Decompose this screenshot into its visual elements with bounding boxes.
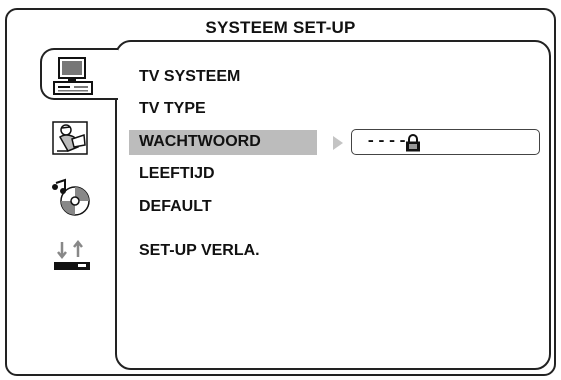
right-arrow-icon [333, 136, 343, 150]
menu-item-leeftijd[interactable]: LEEFTIJD [139, 163, 215, 185]
lock-icon [405, 134, 421, 157]
password-field[interactable]: ---- [351, 129, 540, 155]
menu-item-set-up-verla[interactable]: SET-UP VERLA. [139, 240, 260, 262]
music-disc-icon[interactable] [50, 177, 92, 222]
menu-item-wachtwoord[interactable]: WACHTWOORD [139, 131, 261, 153]
menu-item-default[interactable]: DEFAULT [139, 196, 212, 218]
person-reading-icon[interactable] [52, 121, 88, 160]
monitor-icon[interactable] [52, 56, 94, 101]
menu-item-tv-type[interactable]: TV TYPE [139, 98, 206, 120]
page-title: SYSTEEM SET-UP [205, 18, 356, 37]
speaker-arrows-icon[interactable] [52, 239, 92, 281]
password-value: ---- [366, 132, 409, 150]
menu-item-tv-systeem[interactable]: TV SYSTEEM [139, 66, 240, 88]
